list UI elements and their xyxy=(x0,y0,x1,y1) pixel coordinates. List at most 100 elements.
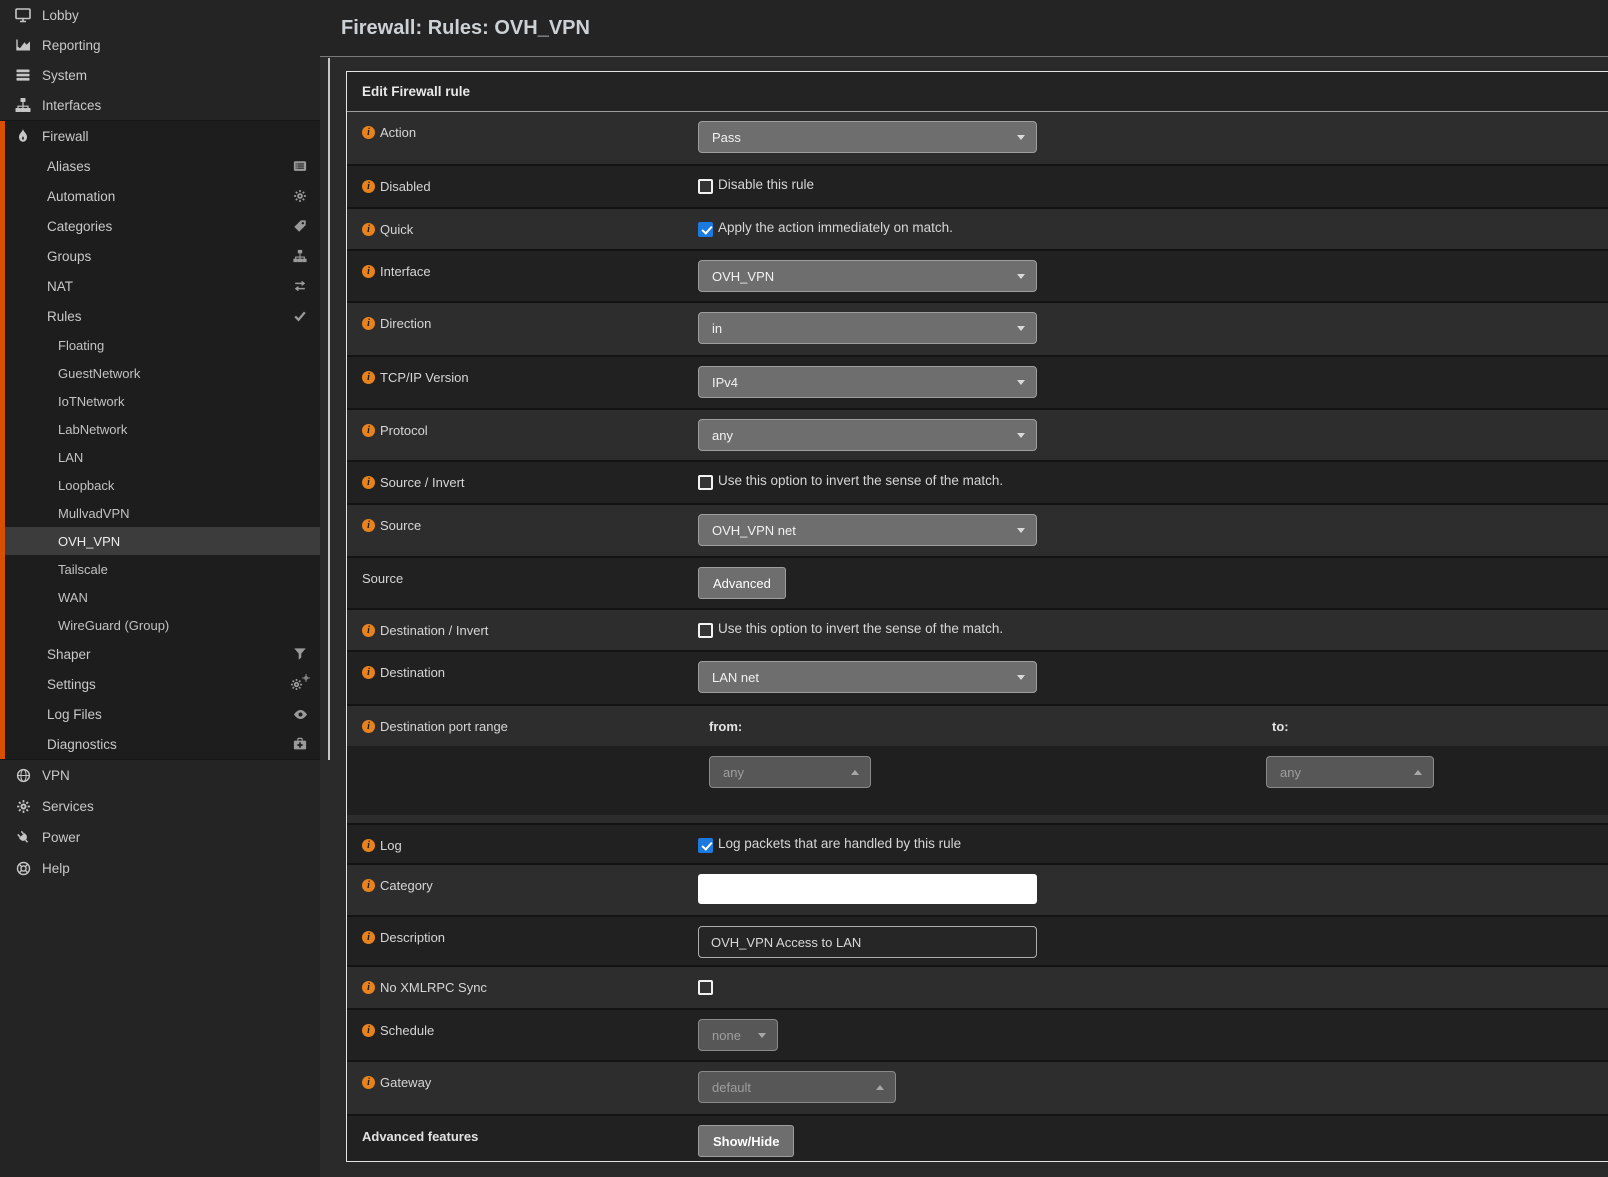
sidebar-item-mullvadvpn[interactable]: MullvadVPN xyxy=(0,499,320,527)
sidebar-scrollbar[interactable] xyxy=(328,58,330,760)
show-hide-advanced-button[interactable]: Show/Hide xyxy=(698,1125,794,1157)
panel-title: Edit Firewall rule xyxy=(347,72,1608,112)
log-checkbox[interactable] xyxy=(698,838,713,853)
list-alt-icon xyxy=(292,159,308,174)
protocol-dropdown[interactable]: any xyxy=(698,419,1037,451)
sidebar-item-diagnostics[interactable]: Diagnostics xyxy=(0,729,320,759)
action-dropdown[interactable]: Pass xyxy=(698,121,1037,153)
info-icon[interactable] xyxy=(362,424,375,437)
info-icon[interactable] xyxy=(362,931,375,944)
info-icon[interactable] xyxy=(362,1024,375,1037)
sidebar-item-vpn[interactable]: VPN xyxy=(0,760,320,791)
check-icon xyxy=(292,309,308,324)
field-label: Source xyxy=(362,571,403,586)
chevron-down-icon xyxy=(1017,380,1025,385)
info-icon[interactable] xyxy=(362,981,375,994)
source-dropdown[interactable]: OVH_VPN net xyxy=(698,514,1037,546)
field-label: Log xyxy=(380,838,402,853)
sidebar-item-guestnetwork[interactable]: GuestNetwork xyxy=(0,359,320,387)
chevron-down-icon xyxy=(1017,528,1025,533)
interface-dropdown[interactable]: OVH_VPN xyxy=(698,260,1037,292)
direction-dropdown[interactable]: in xyxy=(698,312,1037,344)
info-icon[interactable] xyxy=(362,476,375,489)
sidebar-item-wan[interactable]: WAN xyxy=(0,583,320,611)
page-title: Firewall: Rules: OVH_VPN xyxy=(341,17,590,40)
info-icon[interactable] xyxy=(362,223,375,236)
chevron-down-icon xyxy=(758,1033,766,1038)
port-from-label: from: xyxy=(709,719,742,734)
quick-checkbox[interactable] xyxy=(698,222,713,237)
chevron-down-icon xyxy=(1017,135,1025,140)
filter-icon xyxy=(292,647,308,662)
sidebar-item-settings[interactable]: Settings xyxy=(0,669,320,699)
row-tcpip-version: TCP/IP Version IPv4 xyxy=(347,355,1608,408)
field-label: TCP/IP Version xyxy=(380,370,469,385)
source-invert-checkbox[interactable] xyxy=(698,475,713,490)
port-from-dropdown[interactable]: any xyxy=(709,756,871,788)
info-icon[interactable] xyxy=(362,126,375,139)
info-icon[interactable] xyxy=(362,519,375,532)
sitemap-icon xyxy=(14,97,32,113)
app-window: Lobby Reporting System Interfaces xyxy=(0,0,1608,1177)
category-input[interactable] xyxy=(698,874,1037,904)
sidebar-item-labnetwork[interactable]: LabNetwork xyxy=(0,415,320,443)
sidebar-item-firewall[interactable]: Firewall xyxy=(0,121,320,151)
sidebar-item-log-files[interactable]: Log Files xyxy=(0,699,320,729)
description-input[interactable] xyxy=(698,926,1037,958)
row-description: Description xyxy=(347,915,1608,965)
tcpip-version-dropdown[interactable]: IPv4 xyxy=(698,366,1037,398)
sidebar-item-nat[interactable]: NAT xyxy=(0,271,320,301)
sidebar-item-system[interactable]: System xyxy=(0,60,320,90)
no-xmlrpc-sync-checkbox[interactable] xyxy=(698,980,713,995)
info-icon[interactable] xyxy=(362,265,375,278)
field-label: Interface xyxy=(380,264,431,279)
row-quick: Quick Apply the action immediately on ma… xyxy=(347,207,1608,249)
sidebar-item-groups[interactable]: Groups xyxy=(0,241,320,271)
disabled-checkbox[interactable] xyxy=(698,179,713,194)
gateway-dropdown[interactable]: default xyxy=(698,1071,896,1103)
schedule-dropdown[interactable]: none xyxy=(698,1019,778,1051)
sidebar-item-aliases[interactable]: Aliases xyxy=(0,151,320,181)
info-icon[interactable] xyxy=(362,839,375,852)
sidebar-item-label: Lobby xyxy=(42,8,79,23)
sidebar-item-tailscale[interactable]: Tailscale xyxy=(0,555,320,583)
sidebar-item-lan[interactable]: LAN xyxy=(0,443,320,471)
sidebar-item-ovh-vpn-selected[interactable]: OVH_VPN xyxy=(0,527,320,555)
source-advanced-button[interactable]: Advanced xyxy=(698,567,786,599)
sidebar-item-iotnetwork[interactable]: IoTNetwork xyxy=(0,387,320,415)
info-icon[interactable] xyxy=(362,666,375,679)
info-icon[interactable] xyxy=(362,371,375,384)
sidebar-item-loopback[interactable]: Loopback xyxy=(0,471,320,499)
row-action: Action Pass xyxy=(347,112,1608,164)
sidebar-item-interfaces[interactable]: Interfaces xyxy=(0,90,320,120)
sidebar-item-lobby[interactable]: Lobby xyxy=(0,0,320,30)
sidebar-item-categories[interactable]: Categories xyxy=(0,211,320,241)
sidebar-item-services[interactable]: Services xyxy=(0,791,320,822)
sidebar-item-automation[interactable]: Automation xyxy=(0,181,320,211)
sidebar-item-floating[interactable]: Floating xyxy=(0,331,320,359)
port-to-dropdown[interactable]: any xyxy=(1266,756,1434,788)
field-label: Source xyxy=(380,518,421,533)
active-section-bar xyxy=(0,121,5,759)
sidebar-item-help[interactable]: Help xyxy=(0,853,320,884)
info-icon[interactable] xyxy=(362,624,375,637)
field-label: Source / Invert xyxy=(380,475,465,490)
field-label: Description xyxy=(380,930,445,945)
destination-dropdown[interactable]: LAN net xyxy=(698,661,1037,693)
sidebar-item-reporting[interactable]: Reporting xyxy=(0,30,320,60)
row-destination: Destination LAN net xyxy=(347,650,1608,704)
info-icon[interactable] xyxy=(362,317,375,330)
info-icon[interactable] xyxy=(362,180,375,193)
destination-invert-checkbox[interactable] xyxy=(698,623,713,638)
sidebar-item-shaper[interactable]: Shaper xyxy=(0,639,320,669)
info-icon[interactable] xyxy=(362,1076,375,1089)
eye-icon xyxy=(292,707,308,722)
info-icon[interactable] xyxy=(362,720,375,733)
field-label: Direction xyxy=(380,316,431,331)
sidebar-item-power[interactable]: Power xyxy=(0,822,320,853)
field-label: Category xyxy=(380,878,433,893)
sidebar-item-wireguard-group[interactable]: WireGuard (Group) xyxy=(0,611,320,639)
sidebar-item-rules[interactable]: Rules xyxy=(0,301,320,331)
row-gateway: Gateway default xyxy=(347,1060,1608,1114)
info-icon[interactable] xyxy=(362,879,375,892)
